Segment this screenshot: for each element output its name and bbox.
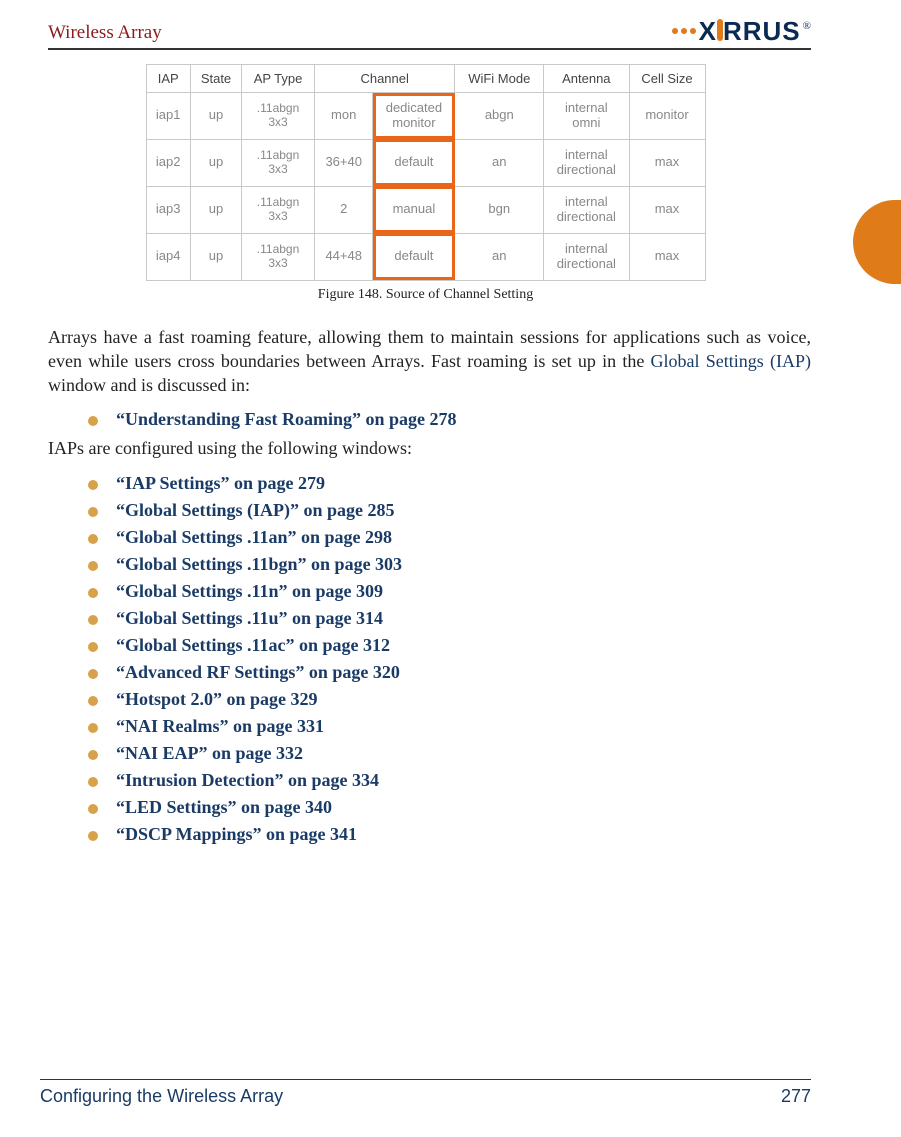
cell-antenna: internaldirectional [544, 139, 629, 186]
xref-link-item[interactable]: “DSCP Mappings” on page 341 [88, 824, 811, 845]
xref-link-item[interactable]: “Global Settings (IAP)” on page 285 [88, 500, 811, 521]
xref-list-1: “Understanding Fast Roaming” on page 278 [88, 409, 811, 430]
logo-dot-icon [681, 28, 687, 34]
xref-link-item[interactable]: “Global Settings .11bgn” on page 303 [88, 554, 811, 575]
footer-section: Configuring the Wireless Array [40, 1086, 283, 1107]
table-row: iap4up.11abgn3x344+48defaultaninternaldi… [146, 233, 705, 280]
col-aptype: AP Type [242, 65, 315, 93]
col-iap: IAP [146, 65, 190, 93]
cell-wifi: an [455, 139, 544, 186]
xref-list-2: “IAP Settings” on page 279 “Global Settin… [88, 473, 811, 845]
cell-size: monitor [629, 93, 705, 140]
cell-channel-value: mon [314, 93, 372, 140]
xref-link-item[interactable]: “Intrusion Detection” on page 334 [88, 770, 811, 791]
page-header: Wireless Array XRRUS ® [48, 18, 811, 50]
figure-wrapper: IAP State AP Type Channel WiFi Mode Ante… [146, 64, 706, 303]
cell-channel-value: 2 [314, 186, 372, 233]
cell-state: up [190, 233, 241, 280]
cell-channel-value: 44+48 [314, 233, 372, 280]
footer-page-number: 277 [781, 1086, 811, 1107]
table-row: iap2up.11abgn3x336+40defaultaninternaldi… [146, 139, 705, 186]
xref-link-item[interactable]: “LED Settings” on page 340 [88, 797, 811, 818]
col-wifi: WiFi Mode [455, 65, 544, 93]
para1-b: window and is discussed in: [48, 375, 250, 395]
cell-channel-source: dedicatedmonitor [373, 93, 455, 140]
cell-state: up [190, 186, 241, 233]
cell-aptype: .11abgn3x3 [242, 186, 315, 233]
cell-size: max [629, 186, 705, 233]
cell-iap: iap1 [146, 93, 190, 140]
xref-link-item[interactable]: “Global Settings .11an” on page 298 [88, 527, 811, 548]
global-settings-link[interactable]: Global Settings (IAP) [651, 351, 811, 371]
cell-aptype: .11abgn3x3 [242, 93, 315, 140]
cell-antenna: internalomni [544, 93, 629, 140]
table-row: iap1up.11abgn3x3mondedicatedmonitorabgni… [146, 93, 705, 140]
table-header-row: IAP State AP Type Channel WiFi Mode Ante… [146, 65, 705, 93]
cell-size: max [629, 139, 705, 186]
cell-aptype: .11abgn3x3 [242, 233, 315, 280]
xref-link-item[interactable]: “NAI Realms” on page 331 [88, 716, 811, 737]
xref-link-item[interactable]: “Global Settings .11ac” on page 312 [88, 635, 811, 656]
cell-iap: iap2 [146, 139, 190, 186]
col-channel: Channel [314, 65, 454, 93]
col-cell: Cell Size [629, 65, 705, 93]
cell-channel-value: 36+40 [314, 139, 372, 186]
iap-settings-table: IAP State AP Type Channel WiFi Mode Ante… [146, 64, 706, 281]
header-title: Wireless Array [48, 22, 162, 44]
table-row: iap3up.11abgn3x32manualbgninternaldirect… [146, 186, 705, 233]
side-thumb-tab [853, 200, 901, 284]
cell-size: max [629, 233, 705, 280]
xref-link-item[interactable]: “IAP Settings” on page 279 [88, 473, 811, 494]
logo-trademark: ® [803, 20, 811, 32]
logo-dot-icon [672, 28, 678, 34]
cell-antenna: internaldirectional [544, 233, 629, 280]
cell-antenna: internaldirectional [544, 186, 629, 233]
cell-state: up [190, 139, 241, 186]
xref-link-item[interactable]: “NAI EAP” on page 332 [88, 743, 811, 764]
cell-channel-source: manual [373, 186, 455, 233]
paragraph-2: IAPs are configured using the following … [48, 436, 811, 460]
xref-link-item[interactable]: “Global Settings .11n” on page 309 [88, 581, 811, 602]
cell-aptype: .11abgn3x3 [242, 139, 315, 186]
paragraph-1: Arrays have a fast roaming feature, allo… [48, 325, 811, 398]
cell-iap: iap3 [146, 186, 190, 233]
logo-i-icon [717, 19, 723, 41]
cell-iap: iap4 [146, 233, 190, 280]
xref-link-item[interactable]: “Understanding Fast Roaming” on page 278 [88, 409, 811, 430]
cell-wifi: an [455, 233, 544, 280]
cell-wifi: bgn [455, 186, 544, 233]
xref-link-item[interactable]: “Advanced RF Settings” on page 320 [88, 662, 811, 683]
page-footer: Configuring the Wireless Array 277 [40, 1079, 811, 1107]
cell-channel-source: default [373, 233, 455, 280]
col-antenna: Antenna [544, 65, 629, 93]
xref-link-item[interactable]: “Global Settings .11u” on page 314 [88, 608, 811, 629]
xref-link-item[interactable]: “Hotspot 2.0” on page 329 [88, 689, 811, 710]
cell-state: up [190, 93, 241, 140]
logo-text: XRRUS [699, 18, 801, 44]
col-state: State [190, 65, 241, 93]
cell-channel-source: default [373, 139, 455, 186]
figure-caption: Figure 148. Source of Channel Setting [146, 287, 706, 303]
logo-dot-icon [690, 28, 696, 34]
brand-logo: XRRUS ® [672, 18, 811, 44]
cell-wifi: abgn [455, 93, 544, 140]
